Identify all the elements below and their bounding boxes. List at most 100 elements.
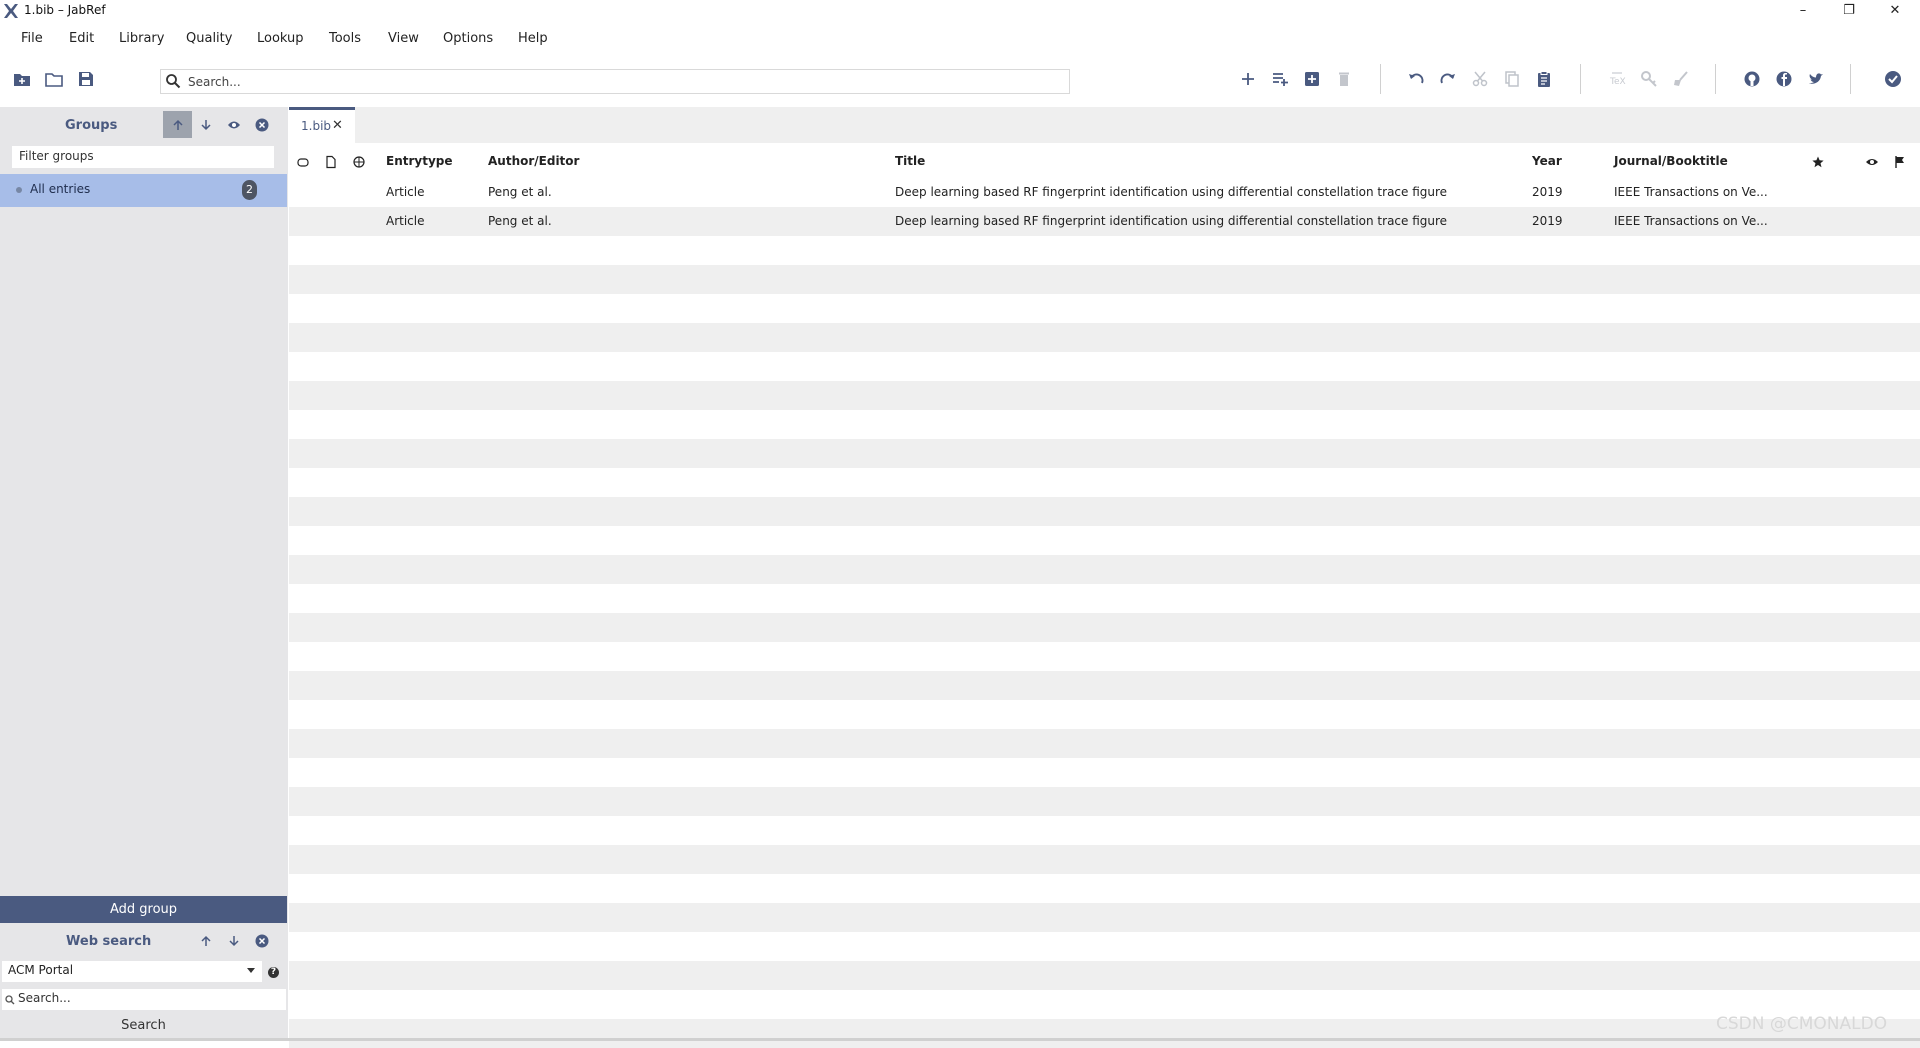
facebook-icon[interactable] xyxy=(1773,68,1795,90)
help-icon[interactable]: ? xyxy=(268,967,279,978)
table-empty-row xyxy=(289,323,1920,352)
github-icon[interactable] xyxy=(1741,68,1763,90)
column-author-editor[interactable]: Author/Editor xyxy=(488,154,579,168)
delete-entry-icon[interactable] xyxy=(1333,68,1355,90)
web-search-fetcher-select[interactable]: ACM Portal xyxy=(2,961,262,982)
table-empty-row xyxy=(289,729,1920,758)
add-entry-icon[interactable] xyxy=(1237,68,1259,90)
tab-close-icon[interactable]: ✕ xyxy=(332,118,343,133)
menu-lookup[interactable]: Lookup xyxy=(257,31,304,46)
cell-author: Peng et al. xyxy=(488,185,552,199)
cell-entrytype: Article xyxy=(386,185,425,199)
menu-tools[interactable]: Tools xyxy=(329,31,361,46)
copy-icon[interactable] xyxy=(1501,68,1523,90)
cell-year: 2019 xyxy=(1532,185,1563,199)
restore-button[interactable]: ❐ xyxy=(1826,0,1872,22)
column-read-status-eye-icon[interactable] xyxy=(1865,155,1879,169)
arrow-up-icon xyxy=(168,115,188,135)
push-to-tex-icon[interactable]: TeX xyxy=(1606,68,1628,90)
group-dot-icon xyxy=(16,187,22,193)
table-row[interactable]: Article Peng et al. Deep learning based RF… xyxy=(289,207,1920,236)
title-bar xyxy=(0,0,1920,22)
menu-help[interactable]: Help xyxy=(518,31,548,46)
menu-edit[interactable]: Edit xyxy=(69,31,94,46)
column-ranking-star-icon[interactable] xyxy=(1811,155,1825,169)
groups-title: Groups xyxy=(65,118,118,133)
groups-visibility-eye-icon[interactable] xyxy=(224,115,244,135)
add-group-button[interactable]: Add group xyxy=(0,896,287,923)
table-empty-row xyxy=(289,381,1920,410)
column-title[interactable]: Title xyxy=(895,154,925,168)
filter-groups-input[interactable]: Filter groups xyxy=(12,146,274,168)
new-entry-plus-box-icon[interactable] xyxy=(1301,68,1323,90)
column-journal-booktitle[interactable]: Journal/Booktitle xyxy=(1614,154,1728,168)
table-empty-row xyxy=(289,584,1920,613)
cell-journal: IEEE Transactions on Ve... xyxy=(1614,214,1768,228)
table-empty-row xyxy=(289,903,1920,932)
table-empty-row xyxy=(289,294,1920,323)
table-empty-row xyxy=(289,1019,1920,1048)
tab-label: 1.bib xyxy=(301,119,332,133)
toolbar-separator xyxy=(1715,64,1716,94)
table-background xyxy=(289,178,1920,1048)
table-empty-row xyxy=(289,555,1920,584)
column-year[interactable]: Year xyxy=(1532,154,1562,168)
table-row[interactable]: Article Peng et al. Deep learning based RF… xyxy=(289,178,1920,207)
menu-view[interactable]: View xyxy=(388,31,419,46)
web-search-move-down-button[interactable] xyxy=(224,931,244,951)
column-url-globe-icon[interactable] xyxy=(352,155,366,169)
table-empty-row xyxy=(289,265,1920,294)
global-search-input[interactable] xyxy=(160,69,1070,94)
column-priority-flag-icon[interactable] xyxy=(1893,155,1907,169)
column-file-icon[interactable] xyxy=(324,155,338,169)
get-bibtex-key-icon[interactable] xyxy=(1638,68,1660,90)
twitter-icon[interactable] xyxy=(1805,68,1827,90)
new-library-icon[interactable] xyxy=(11,68,33,90)
cell-year: 2019 xyxy=(1532,214,1563,228)
table-empty-row xyxy=(289,352,1920,381)
menu-options[interactable]: Options xyxy=(443,31,493,46)
menu-file[interactable]: File xyxy=(21,31,43,46)
table-empty-row xyxy=(289,700,1920,729)
minimize-button[interactable]: – xyxy=(1780,0,1826,22)
column-linked-files-icon[interactable] xyxy=(296,155,310,169)
groups-move-down-button[interactable] xyxy=(196,115,216,135)
web-search-input[interactable]: Search... xyxy=(2,989,286,1010)
dropdown-arrow-icon xyxy=(247,968,255,973)
column-entrytype[interactable]: Entrytype xyxy=(386,154,453,168)
table-empty-row xyxy=(289,468,1920,497)
check-integrity-icon[interactable] xyxy=(1882,68,1904,90)
toolbar-separator xyxy=(1580,64,1581,94)
cell-entrytype: Article xyxy=(386,214,425,228)
cleanup-entries-icon[interactable] xyxy=(1670,68,1692,90)
jabref-logo-icon xyxy=(3,3,19,19)
table-empty-row xyxy=(289,642,1920,671)
groups-close-icon[interactable] xyxy=(252,115,272,135)
web-search-title: Web search xyxy=(66,934,152,949)
table-empty-row xyxy=(289,410,1920,439)
table-empty-row xyxy=(289,526,1920,555)
cut-icon[interactable] xyxy=(1469,68,1491,90)
undo-icon[interactable] xyxy=(1405,68,1427,90)
toolbar-separator xyxy=(1850,64,1851,94)
search-icon xyxy=(165,73,181,92)
window-title: 1.bib – JabRef xyxy=(24,3,106,17)
redo-icon[interactable] xyxy=(1437,68,1459,90)
save-library-icon[interactable] xyxy=(75,68,97,90)
open-library-icon[interactable] xyxy=(43,68,65,90)
add-entry-from-id-icon[interactable] xyxy=(1269,68,1291,90)
library-tab-strip xyxy=(289,107,1920,143)
table-empty-row xyxy=(289,671,1920,700)
cell-title: Deep learning based RF fingerprint ident… xyxy=(895,214,1448,228)
table-empty-row xyxy=(289,236,1920,265)
paste-icon[interactable] xyxy=(1533,68,1555,90)
table-empty-row xyxy=(289,497,1920,526)
group-entry-count-badge: 2 xyxy=(242,180,257,200)
web-search-close-icon[interactable] xyxy=(252,931,272,951)
close-window-button[interactable]: ✕ xyxy=(1872,0,1918,22)
menu-quality[interactable]: Quality xyxy=(186,31,232,46)
menu-library[interactable]: Library xyxy=(119,31,164,46)
web-search-move-up-button[interactable] xyxy=(196,931,216,951)
table-empty-row xyxy=(289,613,1920,642)
web-search-button[interactable]: Search xyxy=(0,1015,287,1037)
